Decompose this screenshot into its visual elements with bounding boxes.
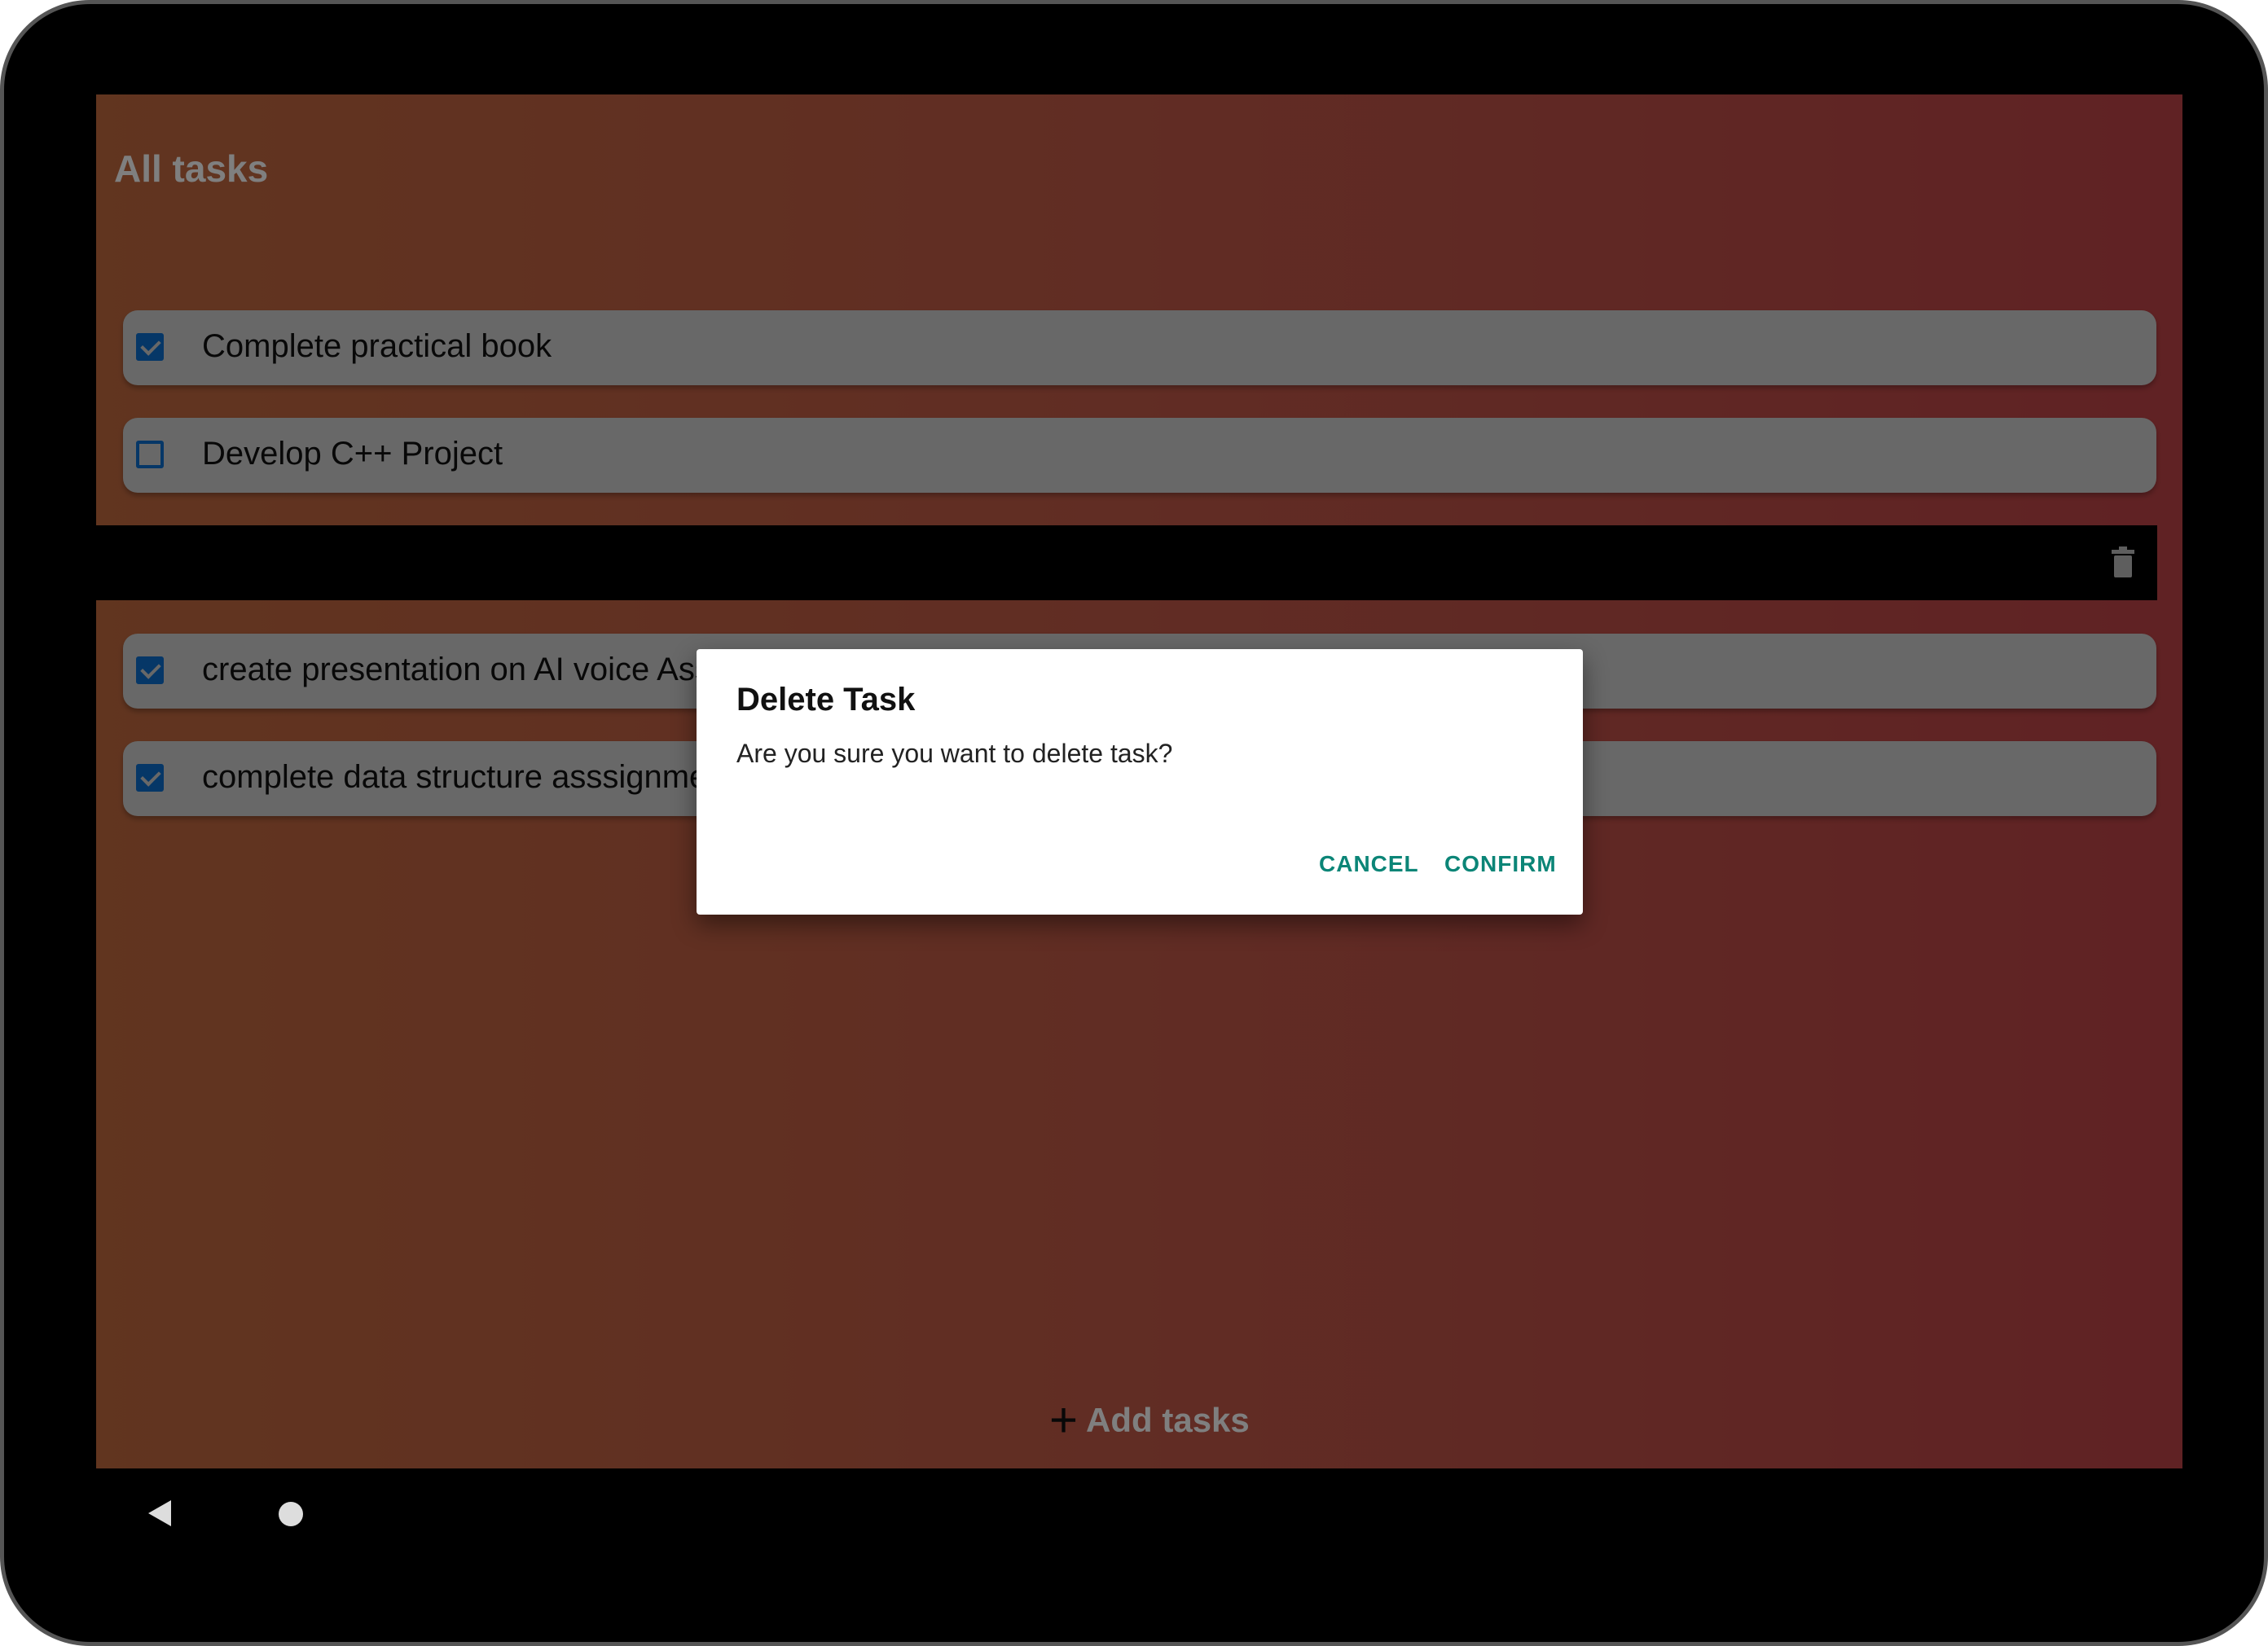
back-triangle-icon[interactable] <box>148 1500 171 1526</box>
cancel-button[interactable]: CANCEL <box>1319 851 1419 877</box>
delete-task-dialog: Delete Task Are you sure you want to del… <box>697 649 1583 915</box>
confirm-button[interactable]: CONFIRM <box>1444 851 1557 877</box>
dialog-message: Are you sure you want to delete task? <box>736 739 1173 768</box>
home-circle-icon[interactable] <box>279 1502 303 1526</box>
tablet-frame: All tasks Complete practical book Develo… <box>0 0 2268 1646</box>
system-nav-bar <box>96 1468 2182 1558</box>
dialog-title: Delete Task <box>736 682 916 718</box>
